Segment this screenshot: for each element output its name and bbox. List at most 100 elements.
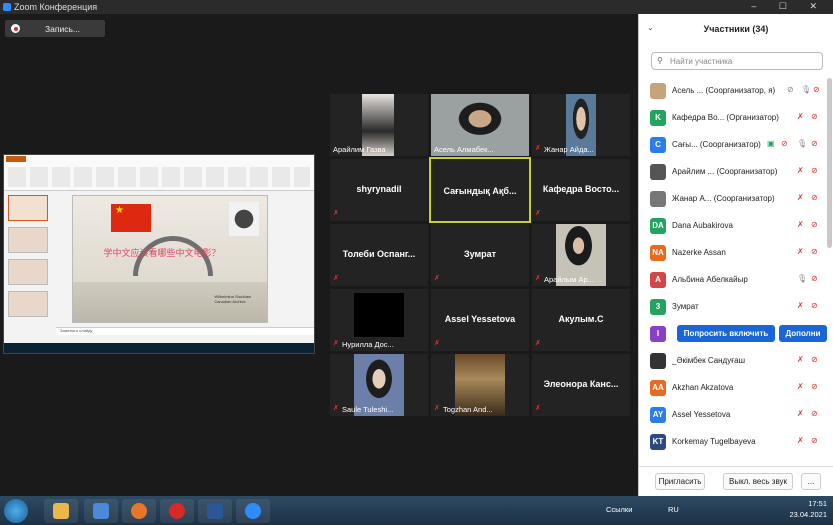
more-options-button[interactable]: Дополни [779, 325, 827, 342]
video-tile-active-speaker[interactable]: Сағындық Ақб... [429, 157, 531, 223]
mic-muted-icon[interactable]: ✗ [797, 193, 804, 202]
participant-name: Nazerke Assan [672, 248, 726, 257]
invite-button[interactable]: Пригласить [655, 473, 705, 490]
mute-all-button[interactable]: Выкл. весь звук [723, 473, 793, 490]
video-tile[interactable]: Элеонора Канс... ✗ [532, 354, 630, 416]
video-off-icon[interactable]: ⊘ [811, 301, 818, 310]
participants-scrollbar[interactable] [827, 78, 832, 248]
mic-muted-icon[interactable]: ✗ [797, 436, 804, 445]
language-indicator[interactable]: RU [668, 505, 679, 514]
slide-thumb [8, 227, 48, 253]
clock-date: 23.04.2021 [789, 510, 827, 519]
mic-muted-icon[interactable]: ✗ [797, 166, 804, 175]
more-button[interactable]: ... [801, 473, 821, 490]
video-tile[interactable]: ✗ Togzhan And... [431, 354, 529, 416]
video-off-icon[interactable]: ⊘ [811, 436, 818, 445]
participant-row[interactable]: NA Nazerke Assan ✗ ⊘ [639, 240, 827, 267]
video-tile[interactable]: ✗ Жанар Айда... [532, 94, 630, 156]
mic-muted-icon: ✗ [434, 340, 440, 347]
avatar: AA [650, 380, 666, 396]
mic-icon[interactable]: 🎙 [801, 85, 811, 94]
video-tile[interactable]: Асель Алмабек... [431, 94, 529, 156]
video-tile[interactable]: ✗ Saule Tuleshi... [330, 354, 428, 416]
tile-caption: Арайлим Газва [333, 145, 386, 154]
taskbar-explorer-icon[interactable] [44, 499, 78, 523]
video-tile[interactable]: ✗ Арайлым Ар... [532, 224, 630, 286]
taskbar-zoom-icon[interactable] [236, 499, 270, 523]
tile-name: Элеонора Канс... [543, 379, 619, 389]
video-off-icon: ⊘ [781, 139, 788, 148]
tile-caption: Нурилла Дос... [342, 340, 394, 349]
tile-caption: Togzhan And... [443, 405, 493, 414]
slide-thumb [8, 195, 48, 221]
slide-thumb [8, 291, 48, 317]
video-tile[interactable]: Акулым.С ✗ [532, 289, 630, 351]
participant-row[interactable]: Жанар А... (Соорганизатор) ✗ ⊘ [639, 186, 827, 213]
mic-muted-icon[interactable]: ✗ [797, 355, 804, 364]
avatar: A [650, 272, 666, 288]
slide-title: 学中文应该看哪些中文电影？ [103, 249, 221, 259]
taskbar-opera-icon[interactable] [160, 499, 194, 523]
video-tile[interactable]: Кафедра Восто... ✗ [532, 159, 630, 221]
video-off-icon[interactable]: ⊘ [811, 166, 818, 175]
participant-row[interactable]: Арайлим ... (Соорганизатор) ✗ ⊘ [639, 159, 827, 186]
participant-row[interactable]: DA Dana Aubakirova ✗ ⊘ [639, 213, 827, 240]
participant-row[interactable]: Асель ... (Соорганизатор, я) ⊘ 🎙 ⊘ [639, 78, 827, 105]
taskbar-word-icon[interactable] [198, 499, 232, 523]
avatar [650, 83, 666, 99]
video-off-icon[interactable]: ⊘ [811, 355, 818, 364]
start-button-icon[interactable] [4, 499, 28, 523]
mic-muted-icon[interactable]: ✗ [797, 382, 804, 391]
mic-muted-icon: ✗ [333, 405, 339, 412]
video-off-icon[interactable]: ⊘ [811, 139, 818, 148]
participant-name: Dana Aubakirova [672, 221, 733, 230]
participant-row[interactable]: AY Assel Yessetova ✗ ⊘ [639, 402, 827, 429]
taskbar-firefox-icon[interactable] [122, 499, 156, 523]
participant-row[interactable]: C Сағы... (Соорганизатор) ▣ ⊘ 🎙 ⊘ [639, 132, 827, 159]
video-off-icon[interactable]: ⊘ [811, 193, 818, 202]
system-clock[interactable]: 17:51 23.04.2021 [789, 498, 827, 520]
video-off-icon[interactable]: ⊘ [811, 247, 818, 256]
video-off-icon[interactable]: ⊘ [811, 220, 818, 229]
mic-muted-icon: ✗ [535, 210, 541, 217]
ask-unmute-button[interactable]: Попросить включить [677, 325, 775, 342]
recording-indicator[interactable]: Запись... [5, 20, 105, 37]
mic-icon[interactable]: 🎙 [797, 274, 807, 283]
video-tile[interactable]: shyrynadil ✗ [330, 159, 428, 221]
participant-row[interactable]: KT Korkemay Tugelbayeva ✗ ⊘ [639, 429, 827, 456]
tile-name: Толеби Оспанг... [342, 249, 416, 259]
mic-muted-icon[interactable]: ✗ [797, 220, 804, 229]
video-off-icon[interactable]: ⊘ [811, 409, 818, 418]
video-off-icon[interactable]: ⊘ [811, 112, 818, 121]
video-tile[interactable]: ✗ Нурилла Дос... [330, 289, 428, 351]
avatar: KT [650, 434, 666, 450]
taskbar-media-icon[interactable] [84, 499, 118, 523]
video-tile[interactable]: Зумрат ✗ [431, 224, 529, 286]
window-controls[interactable]: – ☐ ✕ [751, 1, 827, 12]
participant-row[interactable]: _Әкімбек Сандуғаш ✗ ⊘ [639, 348, 827, 375]
video-off-icon[interactable]: ⊘ [811, 382, 818, 391]
participant-row[interactable]: AA Akzhan Akzatova ✗ ⊘ [639, 375, 827, 402]
video-tile[interactable]: Толеби Оспанг... ✗ [330, 224, 428, 286]
video-off-icon[interactable]: ⊘ [813, 85, 820, 94]
mic-muted-icon[interactable]: ✗ [797, 112, 804, 121]
record-icon [11, 24, 20, 33]
mic-muted-icon[interactable]: ✗ [797, 247, 804, 256]
participant-row[interactable]: 3 Зумрат ✗ ⊘ [639, 294, 827, 321]
video-tile[interactable]: Assel Yessetova ✗ [431, 289, 529, 351]
ppt-ribbon [4, 155, 314, 191]
participant-row-hover[interactable]: I Попросить включить Дополни [639, 321, 827, 348]
participant-row[interactable]: K Кафедра Во... (Организатор) ✗ ⊘ [639, 105, 827, 132]
taskbar-links-label[interactable]: Ссылки [606, 505, 632, 514]
mic-muted-icon: ✗ [333, 340, 339, 347]
search-placeholder: Найти участника [670, 57, 733, 66]
video-tile[interactable]: Арайлим Газва [330, 94, 428, 156]
mic-muted-icon[interactable]: ✗ [797, 409, 804, 418]
mic-muted-icon: ✗ [333, 275, 339, 282]
participant-search-input[interactable]: ⚲ Найти участника [651, 52, 823, 70]
mic-icon[interactable]: 🎙 [797, 139, 807, 148]
mic-muted-icon[interactable]: ✗ [797, 301, 804, 310]
video-off-icon[interactable]: ⊘ [811, 274, 818, 283]
mic-muted-icon: ✗ [535, 340, 541, 347]
participant-row[interactable]: A Альбина Абелкайыр 🎙 ⊘ [639, 267, 827, 294]
